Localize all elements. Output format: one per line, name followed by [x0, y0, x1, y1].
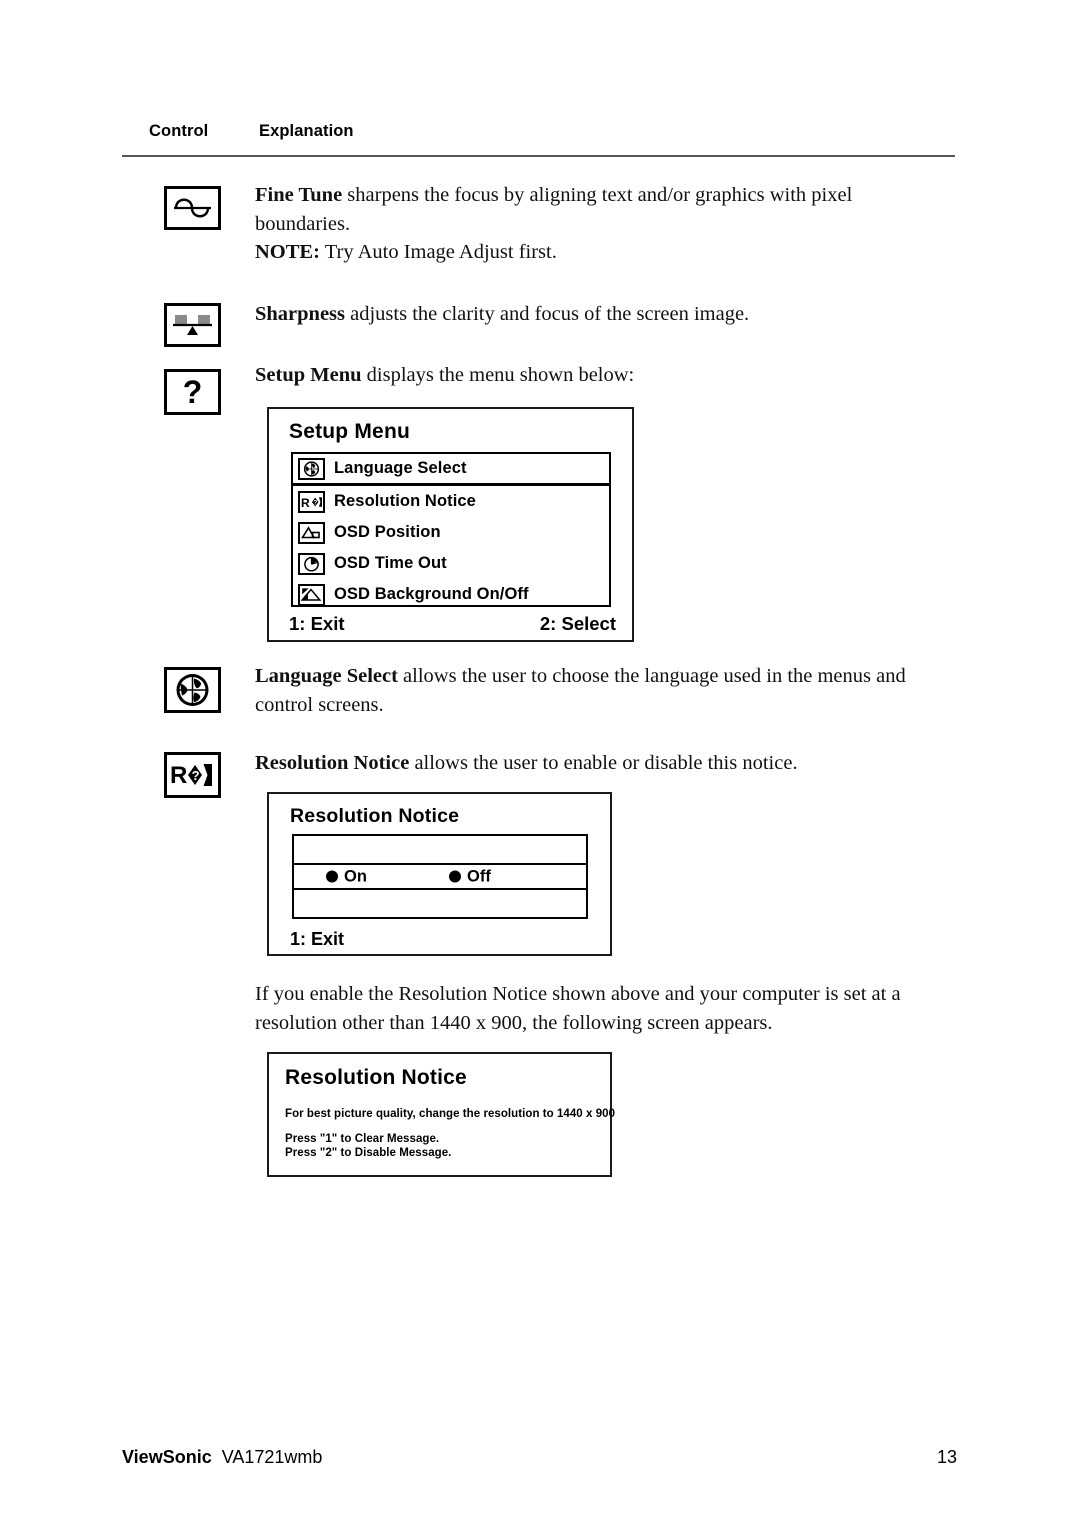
resolution-notice-osd-panel: Resolution Notice On Off 1: Exit	[267, 792, 612, 956]
menu-item-label: OSD Time Out	[334, 554, 447, 572]
setup-menu-select-label[interactable]: 2: Select	[540, 613, 616, 635]
resolution-notice-description: Resolution Notice allows the user to ena…	[255, 749, 957, 778]
column-header-control: Control	[149, 122, 209, 140]
globe-icon	[164, 667, 221, 713]
fine-tune-icon	[164, 186, 221, 230]
document-page: Control Explanation Fine Tune sharpens t…	[0, 0, 1080, 1527]
option-off-label: Off	[467, 867, 491, 885]
resolution-notice-panel-title: Resolution Notice	[290, 805, 460, 827]
sharpness-icon	[164, 303, 221, 347]
sharpness-text: adjusts the clarity and focus of the scr…	[345, 303, 750, 325]
fine-tune-note-label: NOTE:	[255, 241, 320, 263]
fine-tune-text: sharpens the focus by aligning text and/…	[255, 184, 853, 235]
header-divider	[122, 155, 955, 157]
resolution-notice-row-options: On Off	[294, 863, 586, 890]
resolution-notice-row-blank-top	[294, 836, 586, 863]
language-select-description: Language Select allows the user to choos…	[255, 662, 957, 720]
resolution-notice-exit-label[interactable]: 1: Exit	[290, 929, 344, 950]
radio-bullet-icon	[449, 870, 461, 883]
svg-text:?: ?	[192, 768, 200, 783]
resolution-message-line2: Press "1" to Clear Message.	[285, 1133, 440, 1145]
svg-text:R: R	[301, 496, 310, 510]
setup-menu-list: Language Select R ? Resolution Notice OS…	[291, 452, 611, 607]
resolution-message-title: Resolution Notice	[285, 1066, 467, 1089]
resolution-message-line3: Press "2" to Disable Message.	[285, 1147, 452, 1159]
menu-item-label: Language Select	[334, 459, 467, 477]
resolution-notice-message-panel: Resolution Notice For best picture quali…	[267, 1052, 616, 1177]
fine-tune-note-text: Try Auto Image Adjust first.	[319, 241, 557, 263]
resolution-notice-icon: R ?	[298, 490, 325, 513]
menu-item-osd-position[interactable]: OSD Position	[293, 517, 609, 548]
option-on-label: On	[344, 867, 367, 885]
setup-menu-title: Setup Menu	[289, 420, 410, 443]
menu-item-osd-time-out[interactable]: OSD Time Out	[293, 548, 609, 579]
setup-menu-description: Setup Menu displays the menu shown below…	[255, 361, 905, 390]
fine-tune-note: NOTE: Try Auto Image Adjust first.	[255, 238, 905, 267]
resolution-notice-options-list: On Off	[292, 834, 588, 919]
globe-icon	[298, 457, 325, 480]
fine-tune-term: Fine Tune	[255, 184, 343, 206]
footer-model: VA1721wmb	[221, 1447, 323, 1467]
question-mark-glyph: ?	[182, 374, 203, 410]
resolution-notice-icon: R ?	[164, 752, 221, 798]
footer-brand: ViewSonic	[122, 1447, 212, 1467]
page-footer: ViewSonic VA1721wmb 13	[122, 1447, 957, 1468]
menu-item-resolution-notice[interactable]: R ? Resolution Notice	[293, 486, 609, 517]
resolution-notice-option-off[interactable]: Off	[449, 867, 491, 886]
setup-menu-osd-panel: Setup Menu Language Select R ? Resolutio…	[267, 407, 634, 642]
setup-menu-text: displays the menu shown below:	[361, 364, 635, 386]
resolution-notice-panel-footer: 1: Exit	[290, 929, 580, 950]
fine-tune-description: Fine Tune sharpens the focus by aligning…	[255, 181, 905, 239]
menu-item-language-select[interactable]: Language Select	[293, 454, 609, 486]
resolution-notice-term: Resolution Notice	[255, 752, 410, 774]
language-select-term: Language Select	[255, 665, 398, 687]
svg-text:?: ?	[313, 499, 317, 506]
question-mark-icon: ?	[164, 369, 221, 415]
svg-text:R: R	[170, 762, 187, 789]
setup-menu-exit-label[interactable]: 1: Exit	[289, 613, 345, 635]
menu-item-label: Resolution Notice	[334, 492, 476, 510]
osd-position-icon	[298, 521, 325, 544]
menu-item-osd-background[interactable]: OSD Background On/Off	[293, 579, 609, 610]
sharpness-term: Sharpness	[255, 303, 346, 325]
resolution-paragraph: If you enable the Resolution Notice show…	[255, 983, 901, 1034]
resolution-notice-row-blank-bottom	[294, 890, 586, 917]
setup-menu-term: Setup Menu	[255, 364, 362, 386]
sharpness-description: Sharpness adjusts the clarity and focus …	[255, 300, 905, 329]
radio-bullet-icon	[326, 870, 338, 883]
clock-icon	[298, 552, 325, 575]
setup-menu-footer: 1: Exit 2: Select	[289, 613, 616, 635]
menu-item-label: OSD Position	[334, 523, 441, 541]
menu-item-label: OSD Background On/Off	[334, 585, 529, 603]
column-header-explanation: Explanation	[259, 122, 354, 140]
resolution-notice-text: allows the user to enable or disable thi…	[409, 752, 798, 774]
footer-page-number: 13	[936, 1447, 957, 1467]
osd-background-icon	[298, 583, 325, 606]
resolution-notice-option-on[interactable]: On	[326, 867, 367, 886]
resolution-message-line1: For best picture quality, change the res…	[285, 1108, 616, 1120]
